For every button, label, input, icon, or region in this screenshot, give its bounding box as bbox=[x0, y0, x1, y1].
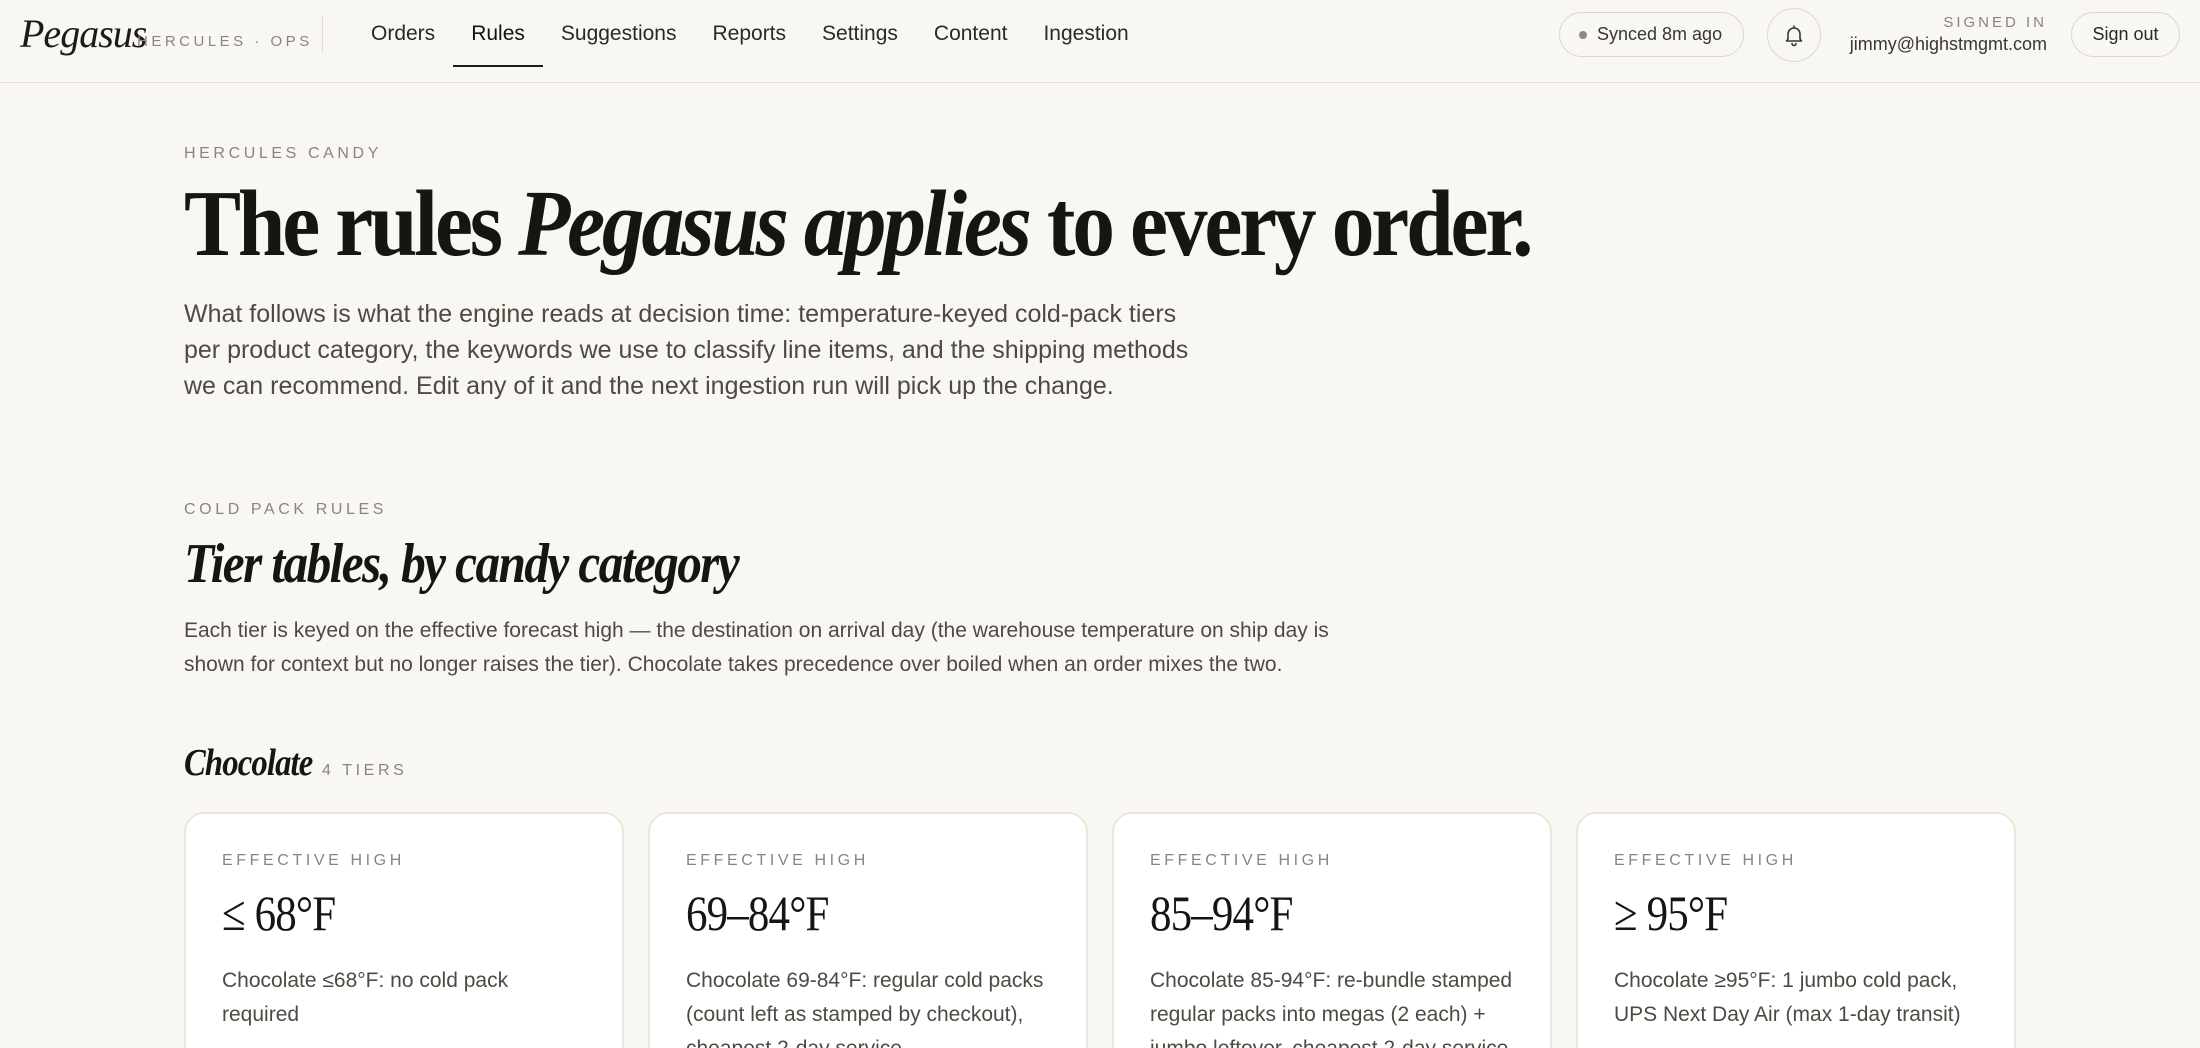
tier-card[interactable]: EFFECTIVE HIGH 85–94°F Chocolate 85-94°F… bbox=[1112, 812, 1552, 1048]
tier-range: ≥ 95°F bbox=[1614, 885, 1728, 941]
bell-icon bbox=[1785, 25, 1803, 47]
user-email: jimmy@highstmgmt.com bbox=[1849, 34, 2047, 54]
section-eyebrow: COLD PACK RULES bbox=[184, 501, 388, 518]
tier-label: EFFECTIVE HIGH bbox=[222, 852, 405, 869]
signed-in-label: SIGNED IN bbox=[1943, 14, 2047, 31]
section-description: Each tier is keyed on the effective fore… bbox=[184, 619, 1329, 676]
title-emphasis: Pegasus applies bbox=[518, 172, 1032, 276]
tier-card[interactable]: EFFECTIVE HIGH 69–84°F Chocolate 69-84°F… bbox=[648, 812, 1088, 1048]
tier-label: EFFECTIVE HIGH bbox=[1150, 852, 1333, 869]
tier-range: ≤ 68°F bbox=[222, 885, 336, 941]
tier-range: 85–94°F bbox=[1150, 885, 1293, 941]
nav-content[interactable]: Content bbox=[916, 0, 1026, 67]
section-title: Tier tables, by candy category bbox=[184, 533, 740, 595]
tier-label: EFFECTIVE HIGH bbox=[1614, 852, 1797, 869]
header-divider bbox=[322, 16, 323, 52]
category-title: Chocolate bbox=[184, 742, 313, 784]
page-title: The rules Pegasus applies to every order… bbox=[184, 172, 1534, 276]
sign-out-button[interactable]: Sign out bbox=[2071, 12, 2180, 57]
nav-ingestion[interactable]: Ingestion bbox=[1025, 0, 1146, 67]
title-start: The rules bbox=[184, 172, 519, 276]
notifications-button[interactable] bbox=[1767, 8, 1821, 62]
hero-eyebrow: HERCULES CANDY bbox=[184, 145, 382, 162]
hero-description: What follows is what the engine reads at… bbox=[184, 300, 1189, 400]
nav-settings[interactable]: Settings bbox=[804, 0, 916, 67]
sync-status-pill[interactable]: Synced 8m ago bbox=[1559, 12, 1744, 57]
nav-suggestions[interactable]: Suggestions bbox=[543, 0, 695, 67]
tier-card[interactable]: EFFECTIVE HIGH ≥ 95°F Chocolate ≥95°F: 1… bbox=[1576, 812, 2016, 1048]
tier-description: Chocolate ≥95°F: 1 jumbo cold pack, UPS … bbox=[1614, 969, 1961, 1026]
brand-logo[interactable]: Pegasus bbox=[20, 10, 147, 57]
nav-reports[interactable]: Reports bbox=[694, 0, 804, 67]
brand-subtitle: HERCULES · OPS bbox=[137, 33, 313, 50]
top-navigation-bar: Pegasus HERCULES · OPS Orders Rules Sugg… bbox=[0, 0, 2200, 83]
nav-rules[interactable]: Rules bbox=[453, 0, 543, 67]
sync-status-text: Synced 8m ago bbox=[1597, 24, 1723, 44]
tier-label: EFFECTIVE HIGH bbox=[686, 852, 869, 869]
tier-description: Chocolate 85-94°F: re-bundle stamped reg… bbox=[1150, 969, 1513, 1048]
main-nav: Orders Rules Suggestions Reports Setting… bbox=[353, 0, 1147, 67]
tier-description: Chocolate 69-84°F: regular cold packs (c… bbox=[686, 969, 1044, 1048]
title-end: to every order. bbox=[1028, 172, 1534, 276]
tier-range: 69–84°F bbox=[686, 885, 829, 941]
tier-description: Chocolate ≤68°F: no cold pack required bbox=[222, 969, 509, 1026]
tier-count-badge: 4 TIERS bbox=[322, 762, 408, 779]
tier-card[interactable]: EFFECTIVE HIGH ≤ 68°F Chocolate ≤68°F: n… bbox=[184, 812, 624, 1048]
nav-orders[interactable]: Orders bbox=[353, 0, 453, 67]
status-dot-icon bbox=[1579, 30, 1587, 39]
